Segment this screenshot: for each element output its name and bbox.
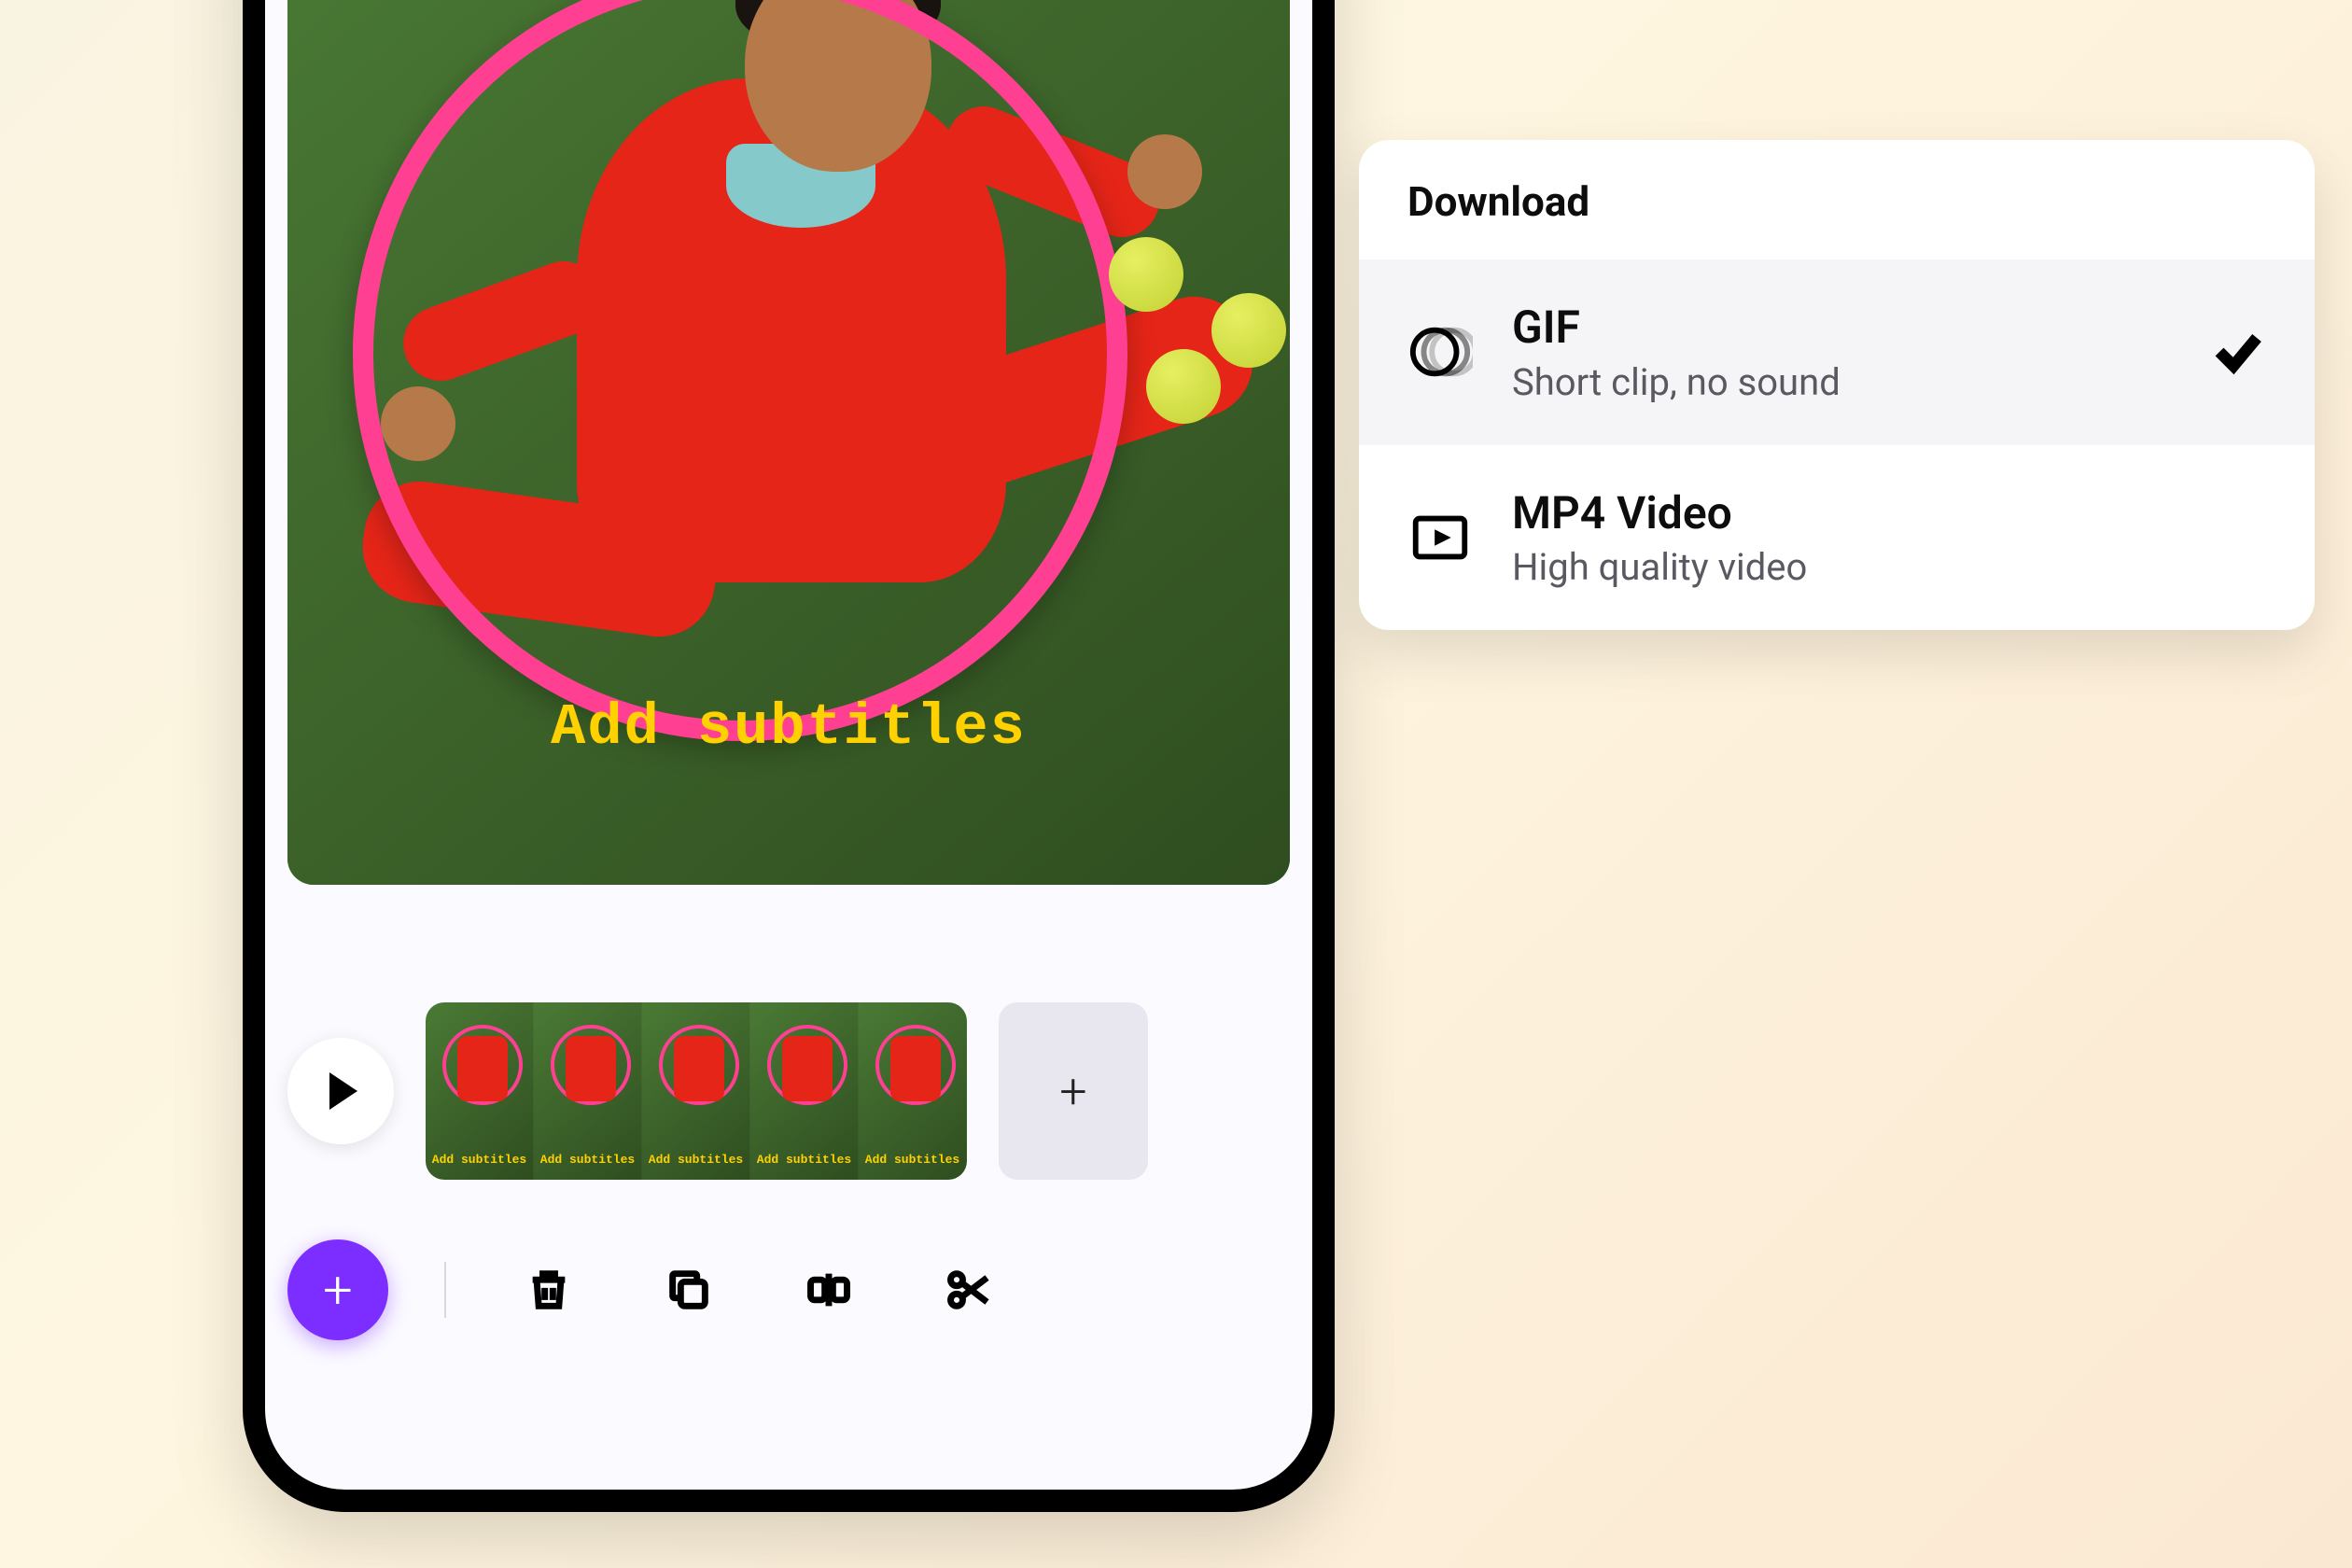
clip-strip[interactable]: Add subtitles Add subtitles Add subtitle… xyxy=(426,1002,967,1180)
duplicate-button[interactable] xyxy=(661,1262,717,1318)
option-title: MP4 Video xyxy=(1512,486,2266,540)
download-popover: Download GIF Short clip, no sound MP4 Vi… xyxy=(1359,140,2315,630)
thumb-label: Add subtitles xyxy=(859,1153,966,1167)
cut-button[interactable] xyxy=(941,1262,997,1318)
clip-thumbnail[interactable]: Add subtitles xyxy=(750,1002,859,1180)
trash-icon xyxy=(525,1266,573,1314)
clip-thumbnail[interactable]: Add subtitles xyxy=(642,1002,750,1180)
option-subtitle: Short clip, no sound xyxy=(1512,360,2171,404)
video-preview[interactable]: Add subtitles xyxy=(287,0,1290,885)
plus-icon: + xyxy=(323,1259,353,1321)
split-icon xyxy=(805,1266,853,1314)
download-option-mp4[interactable]: MP4 Video High quality video xyxy=(1359,445,2315,631)
plus-icon: + xyxy=(1059,1063,1086,1120)
delete-button[interactable] xyxy=(521,1262,577,1318)
option-subtitle: High quality video xyxy=(1512,545,2266,589)
play-button[interactable] xyxy=(287,1038,394,1144)
clip-thumbnail[interactable]: Add subtitles xyxy=(426,1002,534,1180)
subtitle-overlay-text[interactable]: Add subtitles xyxy=(287,694,1290,761)
add-clip-button[interactable]: + xyxy=(999,1002,1148,1180)
timeline: Add subtitles Add subtitles Add subtitle… xyxy=(287,1002,1290,1180)
clip-thumbnail[interactable]: Add subtitles xyxy=(859,1002,967,1180)
download-option-gif[interactable]: GIF Short clip, no sound xyxy=(1359,259,2315,445)
copy-icon xyxy=(665,1266,713,1314)
thumb-label: Add subtitles xyxy=(642,1153,749,1167)
split-button[interactable] xyxy=(801,1262,857,1318)
check-icon xyxy=(2210,324,2266,380)
toolbar-divider xyxy=(444,1262,446,1318)
gif-icon xyxy=(1407,319,1473,385)
editor-toolbar: + xyxy=(287,1234,1290,1346)
download-title: Download xyxy=(1359,140,2315,259)
clip-thumbnail[interactable]: Add subtitles xyxy=(534,1002,642,1180)
play-icon xyxy=(329,1072,357,1110)
thumb-label: Add subtitles xyxy=(750,1153,858,1167)
thumb-label: Add subtitles xyxy=(534,1153,641,1167)
scissors-icon xyxy=(945,1266,993,1314)
option-title: GIF xyxy=(1512,301,2171,355)
add-button[interactable]: + xyxy=(287,1239,388,1340)
thumb-label: Add subtitles xyxy=(426,1153,533,1167)
video-file-icon xyxy=(1407,505,1473,570)
phone-frame: Add subtitles Add subtitles Add subtitle… xyxy=(243,0,1335,1512)
